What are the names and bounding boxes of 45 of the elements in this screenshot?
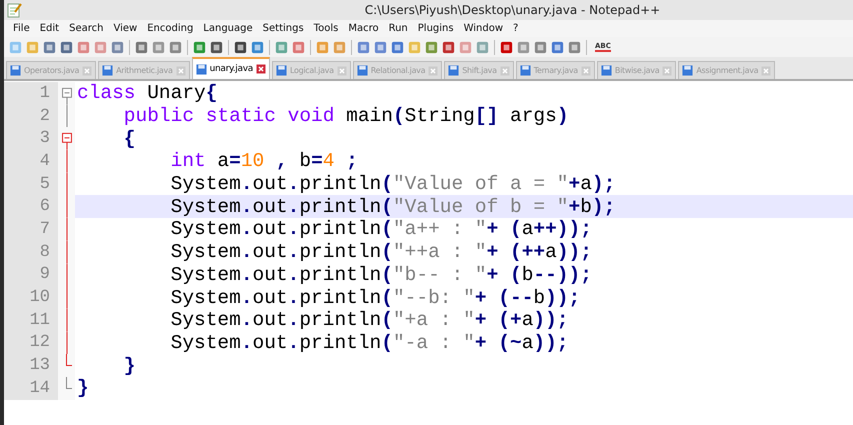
menu-item[interactable]: Tools bbox=[308, 23, 344, 34]
code-line: System.out.println("++a : "+ (++a)); bbox=[170, 241, 592, 264]
close-icon[interactable] bbox=[256, 64, 266, 74]
menu-item[interactable]: Window bbox=[458, 23, 508, 34]
file-tab[interactable]: unary.java bbox=[192, 57, 270, 79]
menu-item[interactable]: Settings bbox=[258, 23, 309, 34]
code-line: System.out.println("+a : "+ (+a)); bbox=[170, 309, 569, 332]
menu-item[interactable]: Language bbox=[198, 23, 258, 34]
menu-item[interactable]: Search bbox=[64, 23, 108, 34]
menu-item[interactable]: Edit bbox=[34, 23, 64, 34]
code-line: System.out.println("Value of a = "+a); bbox=[170, 173, 616, 196]
line-number: 10 bbox=[4, 286, 58, 309]
line-number: 3 bbox=[4, 127, 58, 150]
code-line: } bbox=[122, 354, 136, 377]
menu-item[interactable]: Encoding bbox=[142, 23, 198, 34]
line-number: 2 bbox=[4, 104, 58, 128]
code-line: public static void main(String[] args) bbox=[122, 105, 569, 128]
code-line: System.out.println("b-- : "+ (b--)); bbox=[170, 264, 592, 286]
line-number: 6 bbox=[4, 195, 58, 218]
code-line: System.out.println("-a : "+ (~a)); bbox=[170, 332, 569, 354]
code-line: System.out.println("Value of b = "+b); bbox=[170, 196, 616, 218]
line-number: 11 bbox=[4, 308, 58, 332]
line-number: 9 bbox=[4, 264, 58, 286]
line-number: 4 bbox=[4, 150, 58, 173]
line-number: 12 bbox=[4, 332, 58, 354]
menu-item[interactable]: View bbox=[108, 23, 142, 34]
line-number: 1 bbox=[4, 82, 58, 105]
menu-item[interactable]: Plugins bbox=[412, 23, 459, 34]
line-number: 8 bbox=[4, 240, 58, 264]
line-number: 7 bbox=[4, 218, 58, 241]
window-title: C:\Users\Piyush\Desktop\unary.java - Notepad++ bbox=[364, 3, 662, 17]
menu-item[interactable]: Macro bbox=[343, 23, 384, 34]
code-line: { bbox=[122, 128, 136, 150]
code-line: int a=10 , b=4 ; bbox=[170, 150, 358, 172]
line-number: 13 bbox=[4, 354, 58, 377]
code-line: class Unary{ bbox=[76, 82, 218, 104]
menu-item[interactable]: ? bbox=[508, 23, 524, 34]
notepad-app-icon bbox=[6, 2, 22, 18]
code-line: System.out.println("a++ : "+ (a++)); bbox=[170, 218, 592, 240]
code-line: System.out.println("--b: "+ (--b)); bbox=[170, 286, 580, 309]
line-number: 5 bbox=[4, 172, 58, 196]
code-line: } bbox=[76, 377, 89, 400]
menu-item[interactable]: Run bbox=[384, 23, 413, 34]
menu-item[interactable]: File bbox=[8, 23, 35, 34]
line-number: 14 bbox=[4, 376, 58, 400]
